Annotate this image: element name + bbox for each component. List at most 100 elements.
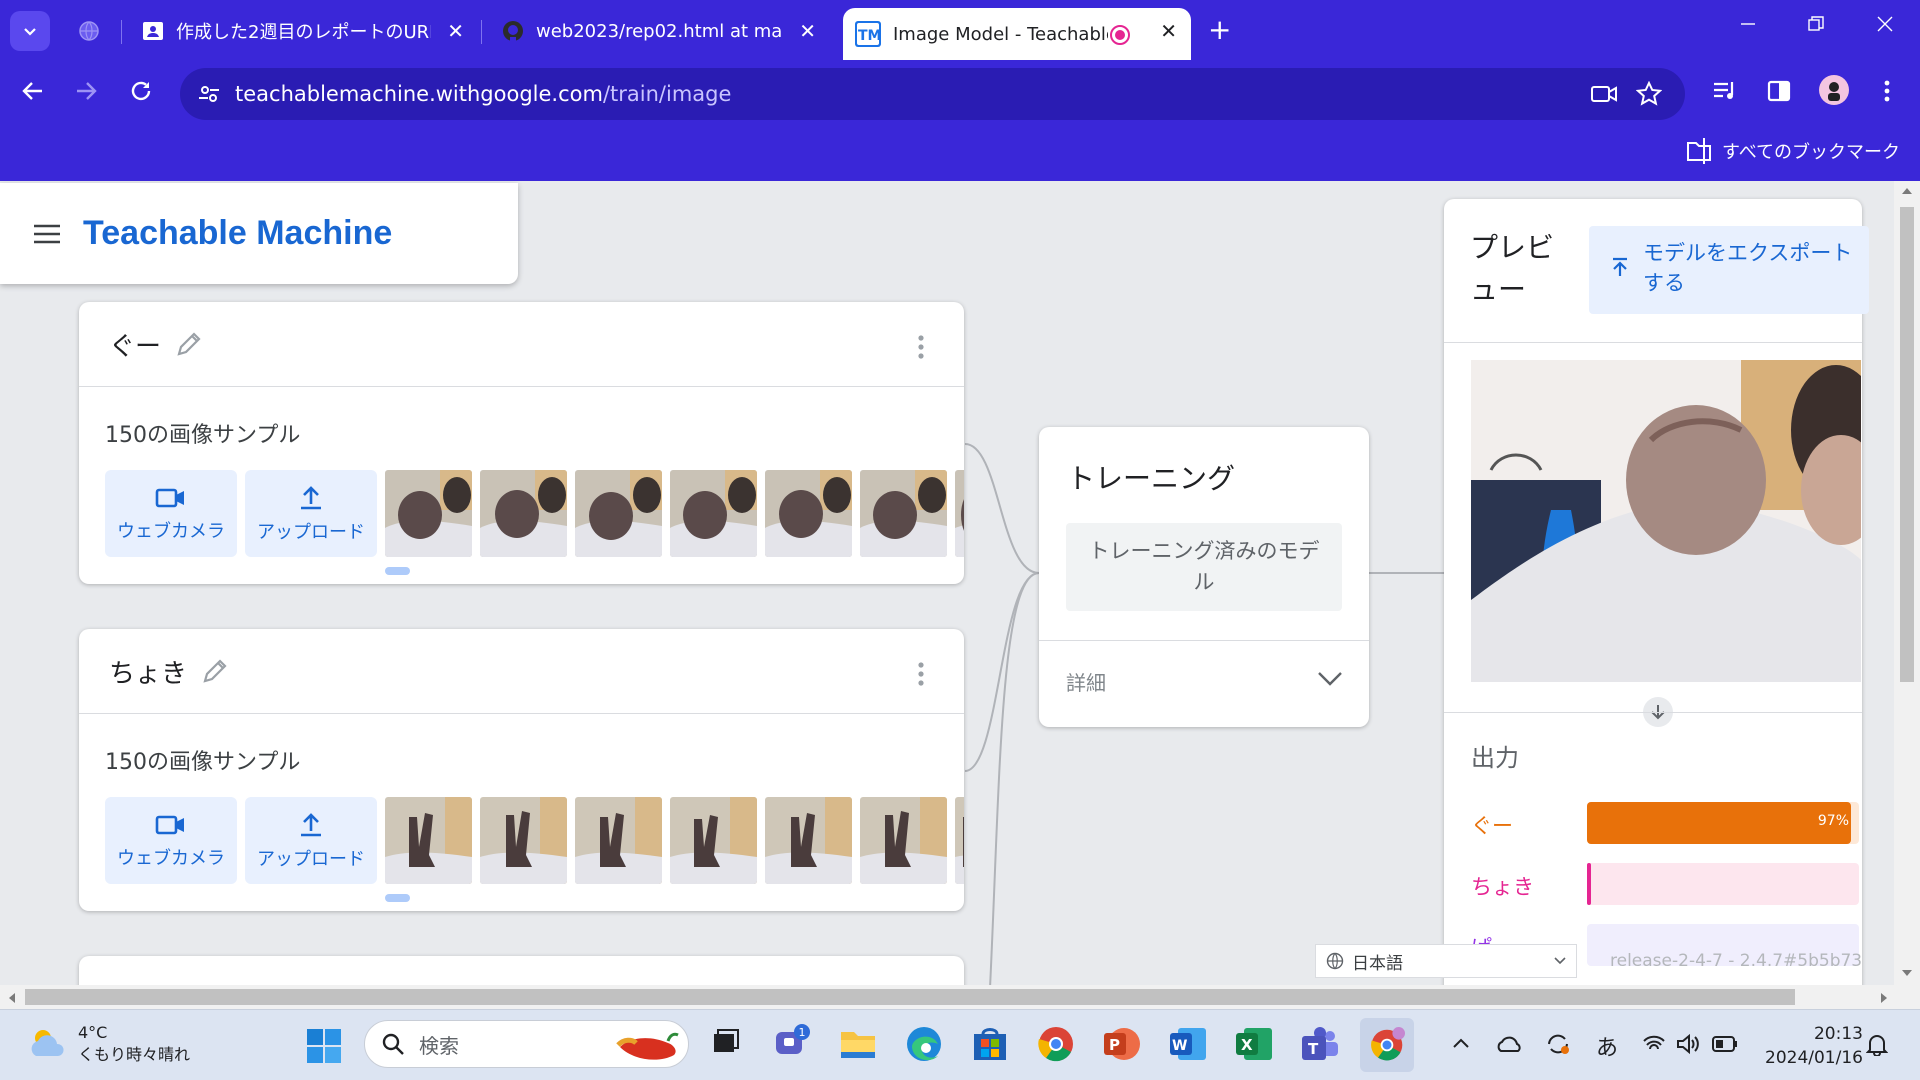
close-icon[interactable]: ✕ [1160,21,1177,41]
chili-pepper-icon [616,1032,679,1060]
webcam-button[interactable]: ウェブカメラ [105,797,237,884]
class-name[interactable]: ちょき [109,653,187,690]
side-panel-button[interactable] [1766,78,1792,104]
close-window-button[interactable] [1875,14,1895,34]
sample-thumbnail[interactable] [860,797,947,884]
victory-sample-image [480,797,567,884]
sample-thumbnail[interactable] [385,797,472,884]
bookmarks-divider [1703,138,1705,164]
output-title: 出力 [1471,744,1519,772]
upload-button[interactable]: アップロード [245,797,377,884]
menu-button[interactable] [1880,78,1894,104]
address-bar[interactable]: teachablemachine.withgoogle.com/train/im… [180,68,1685,120]
url-text[interactable]: teachablemachine.withgoogle.com/train/im… [235,82,731,106]
chrome-icon[interactable] [1036,1024,1076,1064]
sample-thumbnail[interactable] [480,470,567,557]
sample-thumbnail[interactable] [385,470,472,557]
scroll-down-icon[interactable] [1902,969,1912,977]
pencil-icon[interactable] [201,657,229,685]
export-label: モデルをエクスポートする [1643,241,1853,295]
scroll-left-icon[interactable] [8,993,16,1003]
tab-report[interactable]: 作成した2週目のレポートのURLを提 ✕ [130,8,478,54]
upload-label: アップロード [257,848,365,870]
all-bookmarks-button[interactable]: すべてのブックマーク [1686,138,1900,164]
new-tab-button[interactable]: + [1208,14,1231,46]
task-view-icon[interactable] [708,1024,748,1064]
sample-thumbnail[interactable] [955,797,964,884]
sample-thumbnail[interactable] [670,470,757,557]
excel-icon[interactable]: X [1234,1024,1274,1064]
onedrive-icon[interactable] [1496,1034,1524,1054]
scroll-right-icon[interactable] [1880,993,1888,1003]
chrome-active-icon[interactable] [1360,1018,1414,1072]
language-select[interactable]: 日本語 [1315,944,1577,978]
more-options-icon[interactable] [916,661,926,687]
windows-start-icon[interactable] [306,1028,342,1064]
sample-thumbnail[interactable] [955,470,964,557]
tab-title: Image Model - Teachable M [893,23,1108,45]
close-icon[interactable]: ✕ [799,21,816,41]
powerpoint-icon[interactable]: P [1102,1024,1142,1064]
thumbnail-scroll-indicator[interactable] [385,894,410,902]
ms-store-icon[interactable] [970,1024,1010,1064]
chevron-down-icon[interactable] [1317,670,1343,686]
edge-icon[interactable] [904,1024,944,1064]
more-options-icon[interactable] [916,334,926,360]
forward-button[interactable] [73,78,99,104]
sample-thumbnail[interactable] [575,797,662,884]
upload-button[interactable]: アップロード [245,470,377,557]
wifi-icon[interactable] [1642,1034,1666,1054]
webcam-button[interactable]: ウェブカメラ [105,470,237,557]
hamburger-menu-icon[interactable] [33,223,61,245]
battery-icon[interactable] [1712,1035,1738,1053]
victory-sample-image [575,797,662,884]
profile-button[interactable] [1818,74,1850,106]
sample-thumbnail[interactable] [860,470,947,557]
back-button[interactable] [20,78,46,104]
horizontal-scroll-thumb[interactable] [25,989,1795,1005]
divider [1444,342,1862,343]
notification-bell-icon[interactable] [1866,1032,1888,1056]
site-info-icon[interactable] [197,82,221,106]
restore-button[interactable] [1806,14,1826,34]
tab-github[interactable]: web2023/rep02.html at master ✕ [490,8,830,54]
class-name[interactable]: ぐー [109,326,161,363]
reload-button[interactable] [128,78,154,104]
teams-chat-icon[interactable]: 1 [772,1024,812,1064]
vertical-scrollbar[interactable] [1894,181,1920,988]
minimize-button[interactable] [1738,14,1758,34]
sample-thumbnail[interactable] [765,470,852,557]
star-icon[interactable] [1636,81,1662,107]
tab-teachable-machine[interactable]: TM Image Model - Teachable M ✕ [843,8,1191,60]
tab-search-button[interactable] [10,11,50,51]
train-model-button[interactable]: トレーニング済みのモデル [1066,523,1342,611]
vertical-scroll-thumb[interactable] [1900,207,1914,682]
output-label: ちょき [1471,875,1534,899]
sample-thumbnails[interactable] [385,470,964,557]
pencil-icon[interactable] [175,330,203,358]
sample-thumbnails[interactable] [385,797,964,884]
sample-thumbnail[interactable] [765,797,852,884]
sample-thumbnail[interactable] [575,470,662,557]
thumbnail-scroll-indicator[interactable] [385,567,410,575]
chevron-up-icon[interactable] [1452,1037,1470,1049]
ime-indicator[interactable]: あ [1596,1030,1618,1062]
word-icon[interactable]: W [1168,1024,1208,1064]
sync-icon[interactable] [1544,1030,1572,1058]
camera-in-use-icon[interactable] [1590,82,1618,106]
horizontal-scrollbar[interactable] [0,985,1920,1009]
bookmarks-bar: すべてのブックマーク [0,126,1920,181]
teams-icon[interactable]: T [1300,1024,1340,1064]
taskbar-search[interactable]: 検索 [364,1020,689,1068]
weather-widget[interactable]: 4°C くもり時々晴れ [28,1022,190,1066]
sample-thumbnail[interactable] [670,797,757,884]
sample-thumbnail[interactable] [480,797,567,884]
close-icon[interactable]: ✕ [447,21,464,41]
export-model-button[interactable]: モデルをエクスポートする [1589,226,1869,314]
advanced-toggle-label[interactable]: 詳細 [1066,667,1106,696]
clock[interactable]: 20:13 2024/01/16 [1765,1022,1863,1070]
file-explorer-icon[interactable] [838,1024,878,1064]
media-controls-button[interactable] [1712,78,1738,104]
scroll-up-icon[interactable] [1902,187,1912,195]
volume-icon[interactable] [1676,1034,1700,1054]
